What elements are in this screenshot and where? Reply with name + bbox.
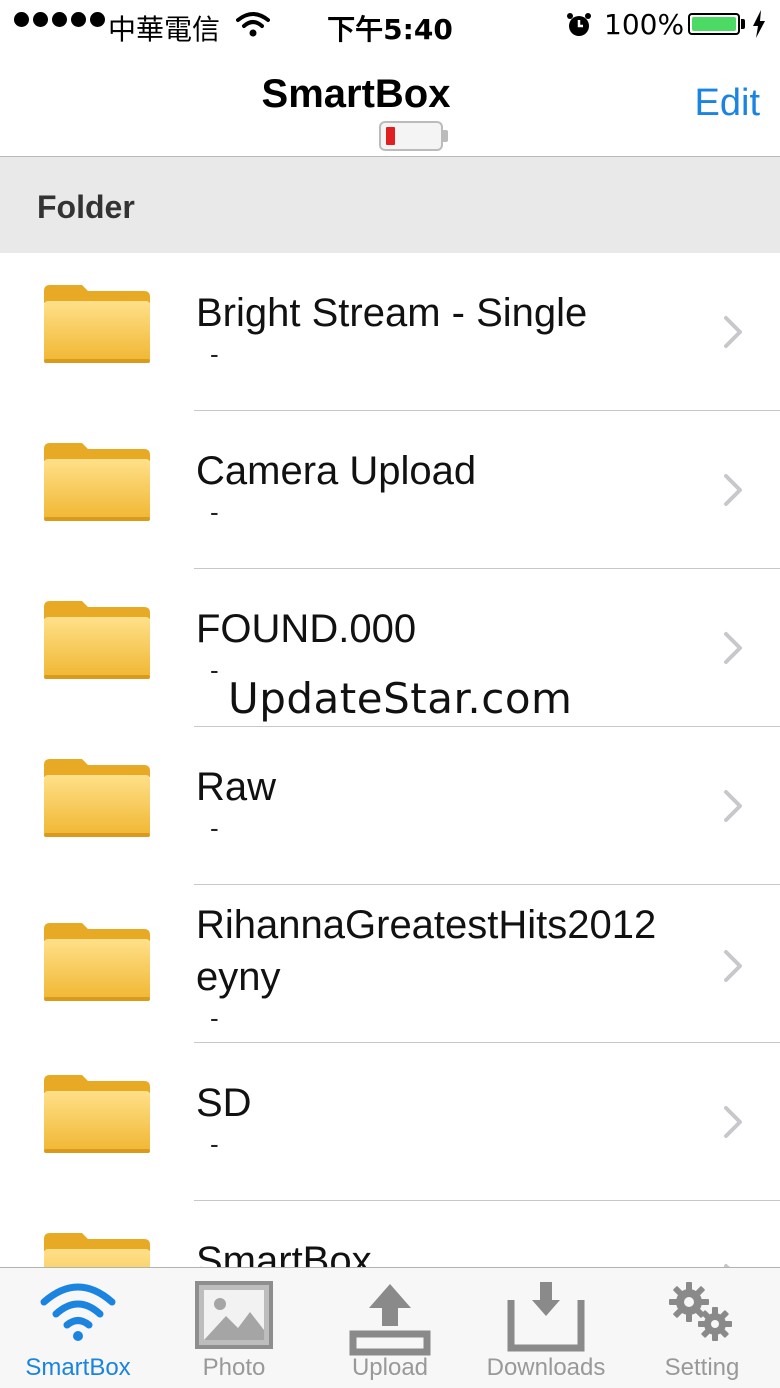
tab-setting[interactable]: Setting xyxy=(624,1268,780,1388)
battery-tip xyxy=(741,19,745,29)
tab-photo[interactable]: Photo xyxy=(156,1268,312,1388)
folder-name: SD xyxy=(196,1081,252,1125)
battery-icon xyxy=(688,13,740,35)
folder-name: Raw xyxy=(196,765,277,809)
tab-upload[interactable]: Upload xyxy=(312,1268,468,1388)
charging-bolt-icon xyxy=(752,10,766,43)
gear-icon xyxy=(667,1280,737,1351)
navigation-bar: SmartBox Edit xyxy=(0,52,780,157)
chevron-right-icon xyxy=(722,473,744,512)
chevron-right-icon xyxy=(722,631,744,670)
section-header: Folder xyxy=(0,157,780,253)
watermark: UpdateStar.com xyxy=(228,674,573,723)
upload-icon xyxy=(349,1280,431,1361)
folder-icon xyxy=(42,921,152,1008)
list-item[interactable]: RihannaGreatestHits2012eyny - xyxy=(0,885,780,1043)
folder-subtitle: - xyxy=(210,813,219,843)
folder-name: Bright Stream - Single xyxy=(196,291,588,335)
folder-icon xyxy=(42,283,152,370)
tab-label: Setting xyxy=(664,1354,740,1381)
list-item[interactable]: SmartBox - xyxy=(0,1201,780,1267)
folder-icon xyxy=(42,441,152,528)
tab-label: SmartBox xyxy=(25,1354,131,1381)
section-header-label: Folder xyxy=(37,189,135,225)
edit-button[interactable]: Edit xyxy=(695,82,760,125)
tab-label: Photo xyxy=(202,1354,266,1381)
folder-subtitle: - xyxy=(210,1003,219,1033)
battery-percentage: 100% xyxy=(604,8,685,41)
folder-name: Camera Upload xyxy=(196,449,477,493)
folder-name: FOUND.000 xyxy=(196,607,417,651)
alarm-icon xyxy=(566,12,592,43)
folder-icon xyxy=(42,1073,152,1160)
list-item[interactable]: Bright Stream - Single - xyxy=(0,253,780,411)
wifi-icon xyxy=(38,1280,118,1347)
folder-icon xyxy=(42,599,152,686)
tab-smartbox[interactable]: SmartBox xyxy=(0,1268,156,1388)
tab-label: Downloads xyxy=(486,1354,606,1381)
tab-bar: SmartBox Photo Upload Downloads Setting xyxy=(0,1267,780,1388)
folder-subtitle: - xyxy=(210,497,219,527)
folder-subtitle: - xyxy=(210,1129,219,1159)
chevron-right-icon xyxy=(722,315,744,354)
chevron-right-icon xyxy=(722,789,744,828)
folder-name: SmartBox xyxy=(196,1239,372,1267)
download-icon xyxy=(505,1280,587,1359)
photo-icon xyxy=(194,1280,274,1355)
tab-downloads[interactable]: Downloads xyxy=(468,1268,624,1388)
chevron-right-icon xyxy=(722,1105,744,1144)
chevron-right-icon xyxy=(722,949,744,988)
list-item[interactable]: SD - xyxy=(0,1043,780,1201)
status-bar: 中華電信 下午5:40 100% xyxy=(0,0,780,52)
folder-subtitle: - xyxy=(210,655,219,685)
list-item[interactable]: Camera Upload - xyxy=(0,411,780,569)
folder-list[interactable]: Bright Stream - Single - Camera Upload -… xyxy=(0,253,780,1267)
device-battery-low-icon xyxy=(378,120,450,157)
tab-label: Upload xyxy=(351,1354,429,1381)
folder-icon xyxy=(42,757,152,844)
list-item[interactable]: Raw - xyxy=(0,727,780,885)
folder-subtitle: - xyxy=(210,339,219,369)
folder-name: RihannaGreatestHits2012eyny xyxy=(196,903,657,999)
page-title: SmartBox xyxy=(261,72,451,116)
folder-icon xyxy=(42,1231,152,1267)
